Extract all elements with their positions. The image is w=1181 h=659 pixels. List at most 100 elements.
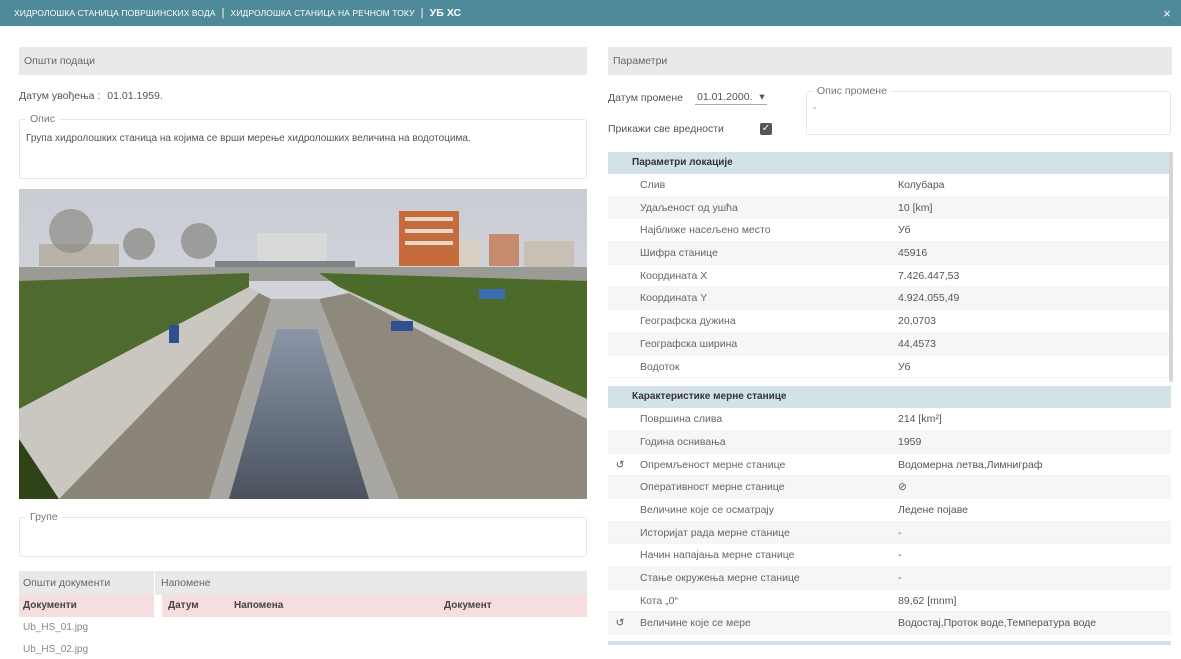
param-key: Историјат рада мерне станице	[640, 526, 790, 539]
table-row: Површина слива 214 [km²]	[608, 408, 1171, 431]
history-icon[interactable]: ↺	[608, 612, 632, 634]
location-group-header: Параметри локације	[608, 152, 1171, 174]
param-key: Величине које се осматрају	[640, 503, 775, 516]
table-row: Оперативност мерне станице ⊘	[608, 476, 1171, 499]
param-value: Водостај,Проток воде,Температура воде	[898, 617, 1097, 630]
param-key: Кота „0“	[640, 594, 679, 607]
table-row: Стање окружења мерне станице -	[608, 567, 1171, 590]
tab-general-documents[interactable]: Општи документи	[19, 571, 154, 595]
document-item[interactable]: Ub_HS_01.jpg	[19, 617, 154, 639]
groups-box: Групе	[19, 511, 587, 557]
param-value: 20,0703	[898, 315, 936, 328]
table-row: Координата X 7.426.447,53	[608, 265, 1171, 288]
param-key: Слив	[640, 179, 666, 191]
param-key: Координата X	[640, 269, 708, 282]
general-panel: Општи подаци Датум увођења : 01.01.1959.…	[19, 47, 587, 655]
documents-notes-body: Документи Ub_HS_01.jpg Ub_HS_02.jpg Дату…	[19, 595, 587, 659]
param-value: Ледене појаве	[898, 503, 969, 516]
chevron-down-icon: ▾	[759, 91, 765, 103]
table-row: Начин напајања мерне станице -	[608, 544, 1171, 567]
param-value: 44,4573	[898, 337, 936, 350]
param-value: Уб	[898, 224, 911, 237]
location-rows: Слив Колубара Удаљеност од ушћа 10 [km] На…	[608, 174, 1171, 379]
operational-status-icon: ⊘	[898, 481, 907, 494]
param-key: Координата Y	[640, 292, 708, 305]
param-key: Стање окружења мерне станице	[640, 572, 800, 584]
notes-table: Датум Напомена Документ	[162, 595, 587, 659]
parameters-section-header: Параметри	[608, 47, 1172, 75]
param-key: Година оснивања	[640, 435, 726, 448]
description-legend: Опис	[30, 113, 55, 125]
breadcrumb-item-surface-water[interactable]: ХИДРОЛОШКА СТАНИЦА ПОВРШИНСКИХ ВОДА	[14, 8, 216, 18]
parameters-scrollbar[interactable]	[1169, 152, 1173, 382]
param-value: -	[898, 549, 902, 562]
param-key: Географска дужина	[640, 315, 736, 328]
description-text: Група хидролошких станица на којима се в…	[26, 133, 471, 144]
change-date-select[interactable]: 01.01.2000. ▾	[694, 91, 767, 105]
notes-header-row: Датум Напомена Документ	[162, 595, 587, 617]
parameters-panel: Параметри Датум промене 01.01.2000. ▾ Пр…	[608, 47, 1172, 646]
param-value: Колубара	[898, 179, 945, 191]
station-rows: Површина слива 214 [km²] Година оснивања 1…	[608, 408, 1171, 636]
intro-date-value: 01.01.1959.	[107, 90, 163, 102]
param-value: 10 [km]	[898, 201, 933, 214]
description-box: Опис Група хидролошких станица на којима…	[19, 113, 587, 179]
station-photo	[19, 189, 587, 499]
breadcrumb-item-current: УБ ХС	[429, 7, 462, 19]
breadcrumb-item-river-station[interactable]: ХИДРОЛОШКА СТАНИЦА НА РЕЧНОМ ТОКУ	[231, 8, 415, 18]
change-date-row: Датум промене 01.01.2000. ▾	[608, 91, 767, 105]
breadcrumb-separator: |	[221, 7, 225, 19]
tab-notes[interactable]: Напомене	[154, 571, 587, 595]
table-row: Величине које се осматрају Ледене појаве	[608, 499, 1171, 522]
param-value: 89,62 [mnm]	[898, 594, 957, 607]
param-value: 7.426.447,53	[898, 269, 960, 282]
show-all-label: Прикажи све вредности	[608, 123, 724, 135]
change-date-value: 01.01.2000.	[696, 91, 753, 103]
table-row: Слив Колубара	[608, 174, 1171, 197]
param-value: 1959	[898, 435, 922, 448]
general-section-header: Општи подаци	[19, 47, 587, 75]
documents-list: Документи Ub_HS_01.jpg Ub_HS_02.jpg	[19, 595, 154, 659]
param-value: -	[898, 526, 902, 539]
notes-col-note: Напомена	[234, 600, 284, 611]
table-row: Историјат рада мерне станице -	[608, 521, 1171, 545]
change-description-value: -	[813, 103, 817, 114]
param-value: 45916	[898, 247, 928, 260]
table-row: ↺ Опремљеност мерне станице Водомерна летв…	[608, 454, 1171, 477]
table-row: Удаљеност од ушћа 10 [km]	[608, 196, 1171, 220]
breadcrumb: ХИДРОЛОШКА СТАНИЦА ПОВРШИНСКИХ ВОДА | ХИ…	[0, 0, 1181, 26]
show-all-row: Прикажи све вредности ✓	[608, 123, 772, 135]
intro-date-row: Датум увођења : 01.01.1959.	[19, 90, 163, 102]
table-row: Географска дужина 20,0703	[608, 310, 1171, 333]
table-row: Координата Y 4.924.055,49	[608, 287, 1171, 311]
notes-col-document: Документ	[444, 600, 492, 611]
groups-legend: Групе	[30, 511, 58, 523]
param-key: Најближе насељено место	[640, 224, 771, 237]
table-row: ↺ Величине које се мере Водостај,Проток во…	[608, 612, 1171, 636]
param-value: Уб	[898, 360, 911, 373]
show-all-checkbox[interactable]: ✓	[759, 123, 772, 135]
param-key: Оперативност мерне станице	[640, 481, 785, 494]
param-key: Опремљеност мерне станице	[640, 458, 786, 471]
intro-date-label: Датум увођења :	[19, 90, 101, 102]
close-icon[interactable]: ×	[1163, 6, 1171, 21]
notes-col-date: Датум	[168, 600, 199, 611]
param-value: 214 [km²]	[898, 413, 942, 426]
documents-header: Документи	[19, 595, 154, 617]
change-date-label: Датум промене	[608, 92, 683, 104]
parameters-table: Параметри локације Слив Колубара Удаљенос…	[608, 152, 1171, 646]
change-description-box: Опис промене -	[806, 85, 1171, 135]
document-item[interactable]: Ub_HS_02.jpg	[19, 639, 154, 659]
param-key: Површина слива	[640, 413, 723, 426]
param-value: 4.924.055,49	[898, 292, 960, 305]
history-icon[interactable]: ↺	[608, 454, 632, 476]
next-group-header	[608, 641, 1171, 646]
param-value: -	[898, 572, 902, 584]
param-key: Начин напајања мерне станице	[640, 549, 795, 562]
documents-notes-tabbar: Општи документи Напомене	[19, 571, 587, 595]
station-photo-image	[19, 189, 587, 499]
table-row: Шифра станице 45916	[608, 242, 1171, 265]
param-value: Водомерна летва,Лимниграф	[898, 458, 1043, 471]
station-group-header: Карактеристике мерне станице	[608, 386, 1171, 409]
table-row: Кота „0“ 89,62 [mnm]	[608, 590, 1171, 613]
